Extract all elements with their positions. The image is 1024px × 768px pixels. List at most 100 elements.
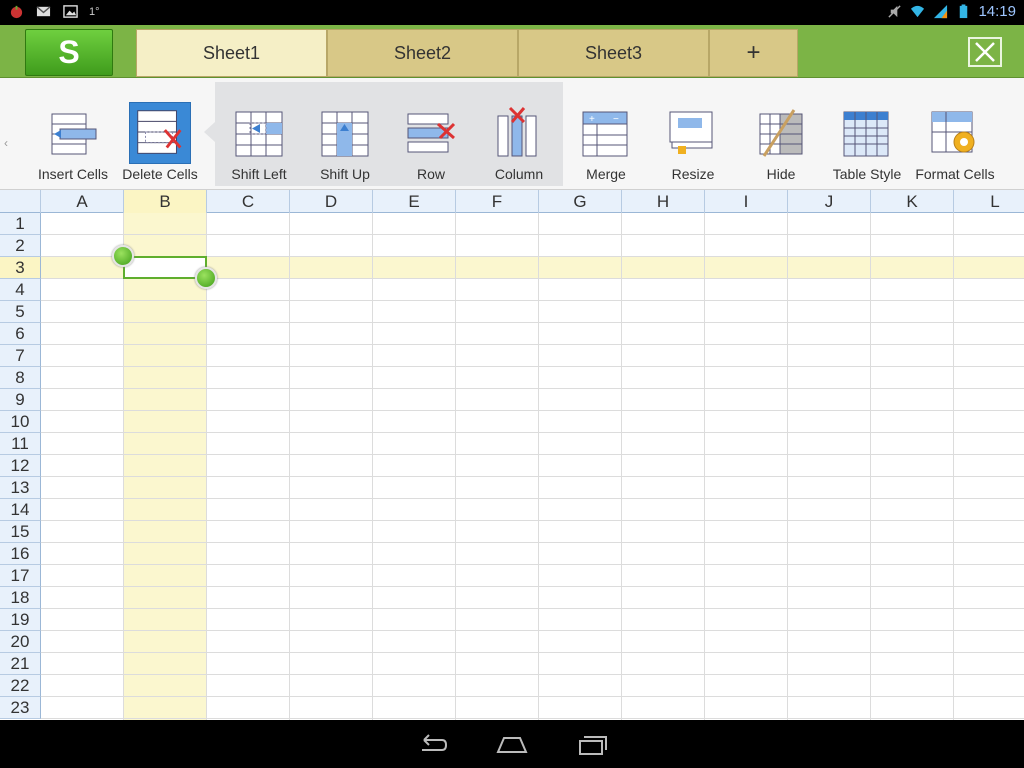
row-header[interactable]: 20 <box>0 631 41 653</box>
row-gridline <box>41 234 1024 235</box>
delete-column-icon <box>497 106 537 157</box>
row-header[interactable]: 22 <box>0 675 41 697</box>
column-gridline <box>787 213 788 720</box>
row-header[interactable]: 17 <box>0 565 41 587</box>
image-icon <box>63 5 78 18</box>
column-gridline <box>621 213 622 720</box>
add-sheet-button[interactable]: + <box>709 29 798 77</box>
signal-icon <box>934 4 948 19</box>
insert-cells-icon <box>51 113 97 155</box>
table-style-icon <box>843 111 889 157</box>
row-gridline <box>41 520 1024 521</box>
app-logo-button[interactable]: S <box>25 29 113 76</box>
tab-sheet2[interactable]: Sheet2 <box>327 29 518 77</box>
close-icon <box>975 42 995 62</box>
scroll-indicator: ‹ <box>4 136 8 150</box>
spreadsheet-grid[interactable]: A B C D E F G H I J K L 1 2 3 4 5 6 7 8 9 10 11 12 1… <box>0 190 1024 720</box>
delete-column-button[interactable]: Column <box>474 102 564 186</box>
row-header[interactable]: 10 <box>0 411 41 433</box>
column-header[interactable]: J <box>788 190 871 213</box>
column-gridline <box>289 213 290 720</box>
corner-cell[interactable] <box>0 190 41 213</box>
column-gridline <box>455 213 456 720</box>
column-header[interactable]: D <box>290 190 373 213</box>
row-header[interactable]: 8 <box>0 367 41 389</box>
row-header[interactable]: 21 <box>0 653 41 675</box>
app-notification-icon <box>10 5 23 19</box>
row-header[interactable]: 15 <box>0 521 41 543</box>
row-header[interactable]: 13 <box>0 477 41 499</box>
temperature-text: 1° <box>89 5 100 18</box>
row-header[interactable]: 6 <box>0 323 41 345</box>
sheet-tabs: Sheet1 Sheet2 Sheet3 + <box>136 29 798 78</box>
delete-column-label: Column <box>494 166 544 182</box>
row-header[interactable]: 2 <box>0 235 41 257</box>
row-gridline <box>41 366 1024 367</box>
row-header[interactable]: 7 <box>0 345 41 367</box>
column-header[interactable]: E <box>373 190 456 213</box>
format-cells-button[interactable]: Format Cells <box>910 102 1000 186</box>
delete-row-label: Row <box>416 166 445 182</box>
shift-up-icon <box>321 111 369 157</box>
tab-sheet1[interactable]: Sheet1 <box>136 29 327 77</box>
column-header[interactable]: B <box>124 190 207 213</box>
column-header[interactable]: F <box>456 190 539 213</box>
row-header[interactable]: 11 <box>0 433 41 455</box>
row-header[interactable]: 3 <box>0 257 41 279</box>
column-header[interactable]: A <box>41 190 124 213</box>
column-header[interactable]: K <box>871 190 954 213</box>
delete-cells-highlight <box>129 102 191 164</box>
row-gridline <box>41 476 1024 477</box>
tab-sheet3[interactable]: Sheet3 <box>518 29 709 77</box>
merge-icon: + − <box>582 111 628 157</box>
row-header[interactable]: 19 <box>0 609 41 631</box>
home-icon[interactable] <box>492 732 532 758</box>
gmail-icon <box>36 6 51 17</box>
row-header[interactable]: 12 <box>0 455 41 477</box>
column-header[interactable]: C <box>207 190 290 213</box>
row-gridline <box>41 542 1024 543</box>
shift-left-button[interactable]: Shift Left <box>214 102 304 186</box>
row-header[interactable]: 1 <box>0 213 41 235</box>
svg-text:−: − <box>613 114 619 125</box>
row-header[interactable]: 18 <box>0 587 41 609</box>
row-gridline <box>41 410 1024 411</box>
column-header[interactable]: G <box>539 190 622 213</box>
clock: 14:19 <box>978 3 1016 20</box>
delete-cells-button[interactable]: Delete Cells <box>115 102 205 186</box>
svg-text:+: + <box>589 114 595 125</box>
row-header[interactable]: 23 <box>0 697 41 719</box>
resize-button[interactable]: Resize <box>648 102 738 186</box>
row-header[interactable]: 5 <box>0 301 41 323</box>
format-cells-label: Format Cells <box>915 166 995 182</box>
delete-row-button[interactable]: Row <box>386 102 476 186</box>
row-gridline <box>41 300 1024 301</box>
insert-cells-label: Insert Cells <box>37 166 109 182</box>
row-header[interactable]: 9 <box>0 389 41 411</box>
merge-button[interactable]: + − Merge <box>561 102 651 186</box>
row-gridline <box>41 432 1024 433</box>
column-gridline <box>538 213 539 720</box>
insert-cells-button[interactable]: Insert Cells <box>28 102 118 186</box>
row-gridline <box>41 344 1024 345</box>
row-header[interactable]: 14 <box>0 499 41 521</box>
close-button[interactable] <box>968 37 1002 67</box>
row-gridline <box>41 498 1024 499</box>
column-header[interactable]: L <box>954 190 1024 213</box>
recent-apps-icon[interactable] <box>572 732 612 758</box>
column-header[interactable]: I <box>705 190 788 213</box>
table-style-button[interactable]: Table Style <box>822 102 912 186</box>
hide-button[interactable]: Hide <box>736 102 826 186</box>
hide-icon <box>759 109 803 157</box>
row-header[interactable]: 4 <box>0 279 41 301</box>
back-icon[interactable] <box>412 732 452 758</box>
table-style-label: Table Style <box>832 166 902 182</box>
selection-handle-end[interactable] <box>195 267 217 289</box>
row-gridline <box>41 564 1024 565</box>
logo-letter: S <box>58 34 80 70</box>
row-header[interactable]: 16 <box>0 543 41 565</box>
shift-up-label: Shift Up <box>320 166 370 182</box>
shift-up-button[interactable]: Shift Up <box>300 102 390 186</box>
selection-handle-start[interactable] <box>112 245 134 267</box>
column-header[interactable]: H <box>622 190 705 213</box>
